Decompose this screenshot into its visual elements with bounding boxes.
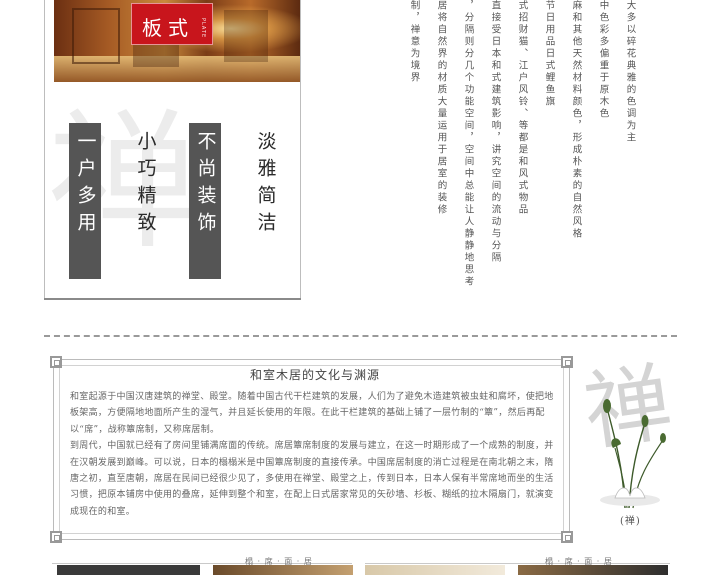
card-bottom-rule xyxy=(44,298,301,300)
plate-title: 板式 xyxy=(142,16,194,40)
lotus-illustration xyxy=(600,399,666,509)
section-divider xyxy=(44,335,677,337)
vertical-text-line-3: 麻和其他天然材料颜色，形成朴素的自然风格 xyxy=(570,0,582,240)
phrase-column-4: 淡雅简洁 xyxy=(254,131,277,239)
phrase-column-1: 一户多用 xyxy=(69,123,101,279)
frame-corner-ornament xyxy=(50,531,62,543)
frame-corner-ornament xyxy=(50,356,62,368)
thumbnail-photo xyxy=(518,565,668,575)
vertical-text-line-1: 大多以碎花典雅的色调为主 xyxy=(624,0,636,144)
zen-label: (禅) xyxy=(620,516,641,527)
phrase-column-3: 不尚装饰 xyxy=(189,123,221,279)
thumbnail-photo xyxy=(213,565,353,575)
vertical-text-line-5: 式招财猫、江户风铃、等都是和风式物品 xyxy=(516,0,528,216)
plate-badge: 板式 PLATE xyxy=(131,3,213,45)
plate-en-label: PLATE xyxy=(200,18,206,39)
thumbnail-photo xyxy=(365,565,505,575)
vertical-text-line-9: 制，禅意为境界 xyxy=(408,0,420,84)
thumbnail-photo xyxy=(57,565,200,575)
culture-title: 和室木居的文化与渊源 xyxy=(200,366,430,383)
frame-corner-ornament xyxy=(561,356,573,368)
vertical-text-line-2: 中色彩多偏重于原木色 xyxy=(597,0,609,120)
strip-rule-right xyxy=(365,563,670,564)
phrase-column-2: 小巧精致 xyxy=(134,131,157,239)
vertical-text-line-8: 居将自然界的材质大量运用于居室的装修 xyxy=(435,0,447,216)
culture-body: 和室起源于中国汉唐建筑的禅堂、殿堂。随着中国古代干栏建筑的发展，人们为了避免木造… xyxy=(70,389,554,520)
culture-paragraph: 和室起源于中国汉唐建筑的禅堂、殿堂。随着中国古代干栏建筑的发展，人们为了避免木造… xyxy=(70,392,554,435)
vertical-text-line-7: ，分隔则分几个功能空间，空间中总能让人静静地思考 xyxy=(462,0,474,288)
vertical-text-line-6: 直接受日本和式建筑影响，讲究空间的流动与分隔 xyxy=(489,0,501,264)
vertical-text-line-4: 节日用品日式鲤鱼旗 xyxy=(543,0,555,108)
culture-paragraph: 到周代，中国就已经有了房间里铺满席面的传统。席居簟席制度的发展与建立，在这一时期… xyxy=(70,441,554,517)
frame-corner-ornament xyxy=(561,531,573,543)
